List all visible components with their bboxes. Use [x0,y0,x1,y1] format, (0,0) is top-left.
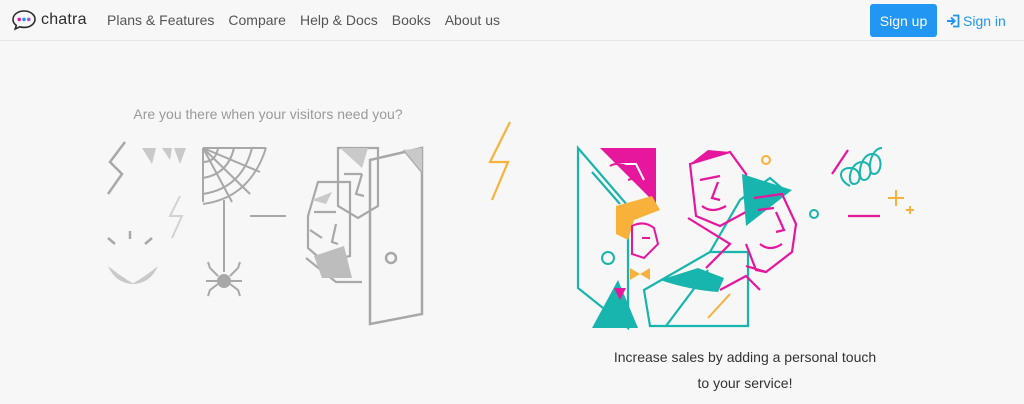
main-nav: Plans & Features Compare Help & Docs Boo… [107,0,514,40]
hero-question: Are you there when your visitors need yo… [133,106,403,122]
empty-store-illustration [106,141,424,326]
nav-compare[interactable]: Compare [228,12,286,28]
nav-books[interactable]: Books [392,12,431,28]
chatra-logo[interactable]: chatra [11,9,87,31]
lightning-bolt-icon [488,121,511,201]
sign-in-link[interactable]: Sign in [946,11,1006,31]
sign-up-button[interactable]: Sign up [870,4,937,37]
brand-name: chatra [41,11,87,28]
sign-in-arrow-icon [947,14,960,28]
chat-bubble-dots-icon [12,10,36,31]
happy-team-illustration [576,145,914,331]
tagline-line-1: Increase sales by adding a personal touc… [613,349,877,365]
top-navigation-bar: chatra Plans & Features Compare Help & D… [0,0,1024,41]
nav-help-docs[interactable]: Help & Docs [300,12,378,28]
tagline-line-2: to your service! [697,375,793,391]
hero-tagline: Increase sales by adding a personal touc… [590,344,900,396]
sign-in-label: Sign in [963,13,1006,29]
nav-plans-features[interactable]: Plans & Features [107,12,214,28]
nav-about-us[interactable]: About us [445,12,500,28]
